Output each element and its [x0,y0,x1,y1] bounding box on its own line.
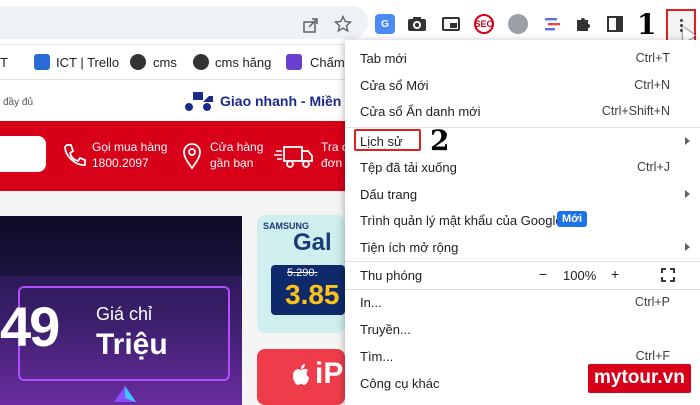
submenu-arrow-icon [685,243,690,251]
pip-icon[interactable] [441,14,461,34]
menu-item-shortcut: Ctrl+F [635,349,670,363]
topstrip-text: đầy đủ [3,97,34,108]
menu-item-shortcut: Ctrl+N [634,78,670,92]
menu-item-extensions[interactable]: Tiện ích mở rộng [345,234,700,260]
bookmark-item[interactable]: T [0,55,8,70]
banner-skyline [0,216,242,276]
iphone-text: iP [315,357,344,390]
menu-item-label: Công cụ khác [360,376,440,391]
menu-item-label: Tiện ích mở rộng [360,240,459,255]
location-pin-icon [183,143,201,170]
promo-banner-main[interactable]: 49 Giá chỉ Triệu [0,216,242,405]
menu-item-label: Thu phóng [360,268,423,283]
menu-item-bookmarks[interactable]: Dấu trang [345,181,700,207]
history-highlight-box [354,129,421,151]
step-1-annotation: 1 [637,8,657,41]
menu-item-shortcut: Ctrl+T [635,51,670,65]
bookmark-trello[interactable]: ICT | Trello [56,55,119,70]
menu-item-print[interactable]: In... Ctrl+P [345,289,700,315]
star-icon[interactable] [334,15,352,33]
promo-banner-iphone[interactable]: iP [257,349,345,405]
menu-item-new-tab[interactable]: Tab mới Ctrl+T [345,45,700,71]
track-sub: đơn [321,156,343,170]
submenu-arrow-icon [685,137,690,145]
camera-icon[interactable] [407,14,427,34]
chrome-main-menu: Tab mới Ctrl+T Cửa sổ Mới Ctrl+N Cửa sổ … [345,40,700,405]
menu-item-label: Trình quản lý mật khẩu của Google [360,213,563,228]
zoom-in-button[interactable]: + [611,266,619,282]
logo-mark-icon [114,386,136,402]
search-input[interactable] [0,136,46,172]
google-translate-icon[interactable]: G [375,14,395,34]
menu-item-incognito-window[interactable]: Cửa sổ Ẩn danh mới Ctrl+Shift+N [345,98,700,124]
menu-item-label: Tệp đã tải xuống [360,160,457,175]
store-sub: gần bạn [210,156,254,170]
menu-item-label: Dấu trang [360,187,418,202]
fullscreen-icon[interactable] [661,268,675,282]
price-panel: 5.290. 3.85 [271,265,345,315]
menu-item-label: Tab mới [360,51,407,66]
menu-item-new-window[interactable]: Cửa sổ Mới Ctrl+N [345,72,700,98]
delivery-scooter-icon [185,92,213,111]
menu-item-downloads[interactable]: Tệp đã tải xuống Ctrl+J [345,154,700,180]
promo-price: 49 [0,295,60,358]
old-price: 5.290. [287,267,318,279]
track-title[interactable]: Tra c [321,139,348,155]
truck-icon [274,146,313,168]
menu-item-label: Tìm... [360,349,394,364]
puzzle-icon[interactable] [573,14,593,34]
share-icon[interactable] [302,16,320,34]
zoom-level: 100% [563,268,597,283]
menu-item-password-manager[interactable]: Trình quản lý mật khẩu của Google Mới [345,207,700,233]
store-title[interactable]: Cửa hàng [210,139,263,155]
bookmark-cms-hang[interactable]: cms hăng [215,55,271,70]
hotline-title: Gọi mua hàng [92,140,168,154]
promo-gia: Giá chỉ [96,304,153,324]
sidepanel-icon[interactable] [605,14,625,34]
list-icon[interactable] [542,14,562,34]
mytour-watermark: mytour.vn [588,364,691,393]
menu-item-cast[interactable]: Truyền... [345,316,700,342]
menu-item-shortcut: Ctrl+P [634,295,670,309]
promo-unit: Triệu [96,328,168,361]
new-badge: Mới [557,211,588,227]
browser-toolbar: G SEO 1 [0,0,700,49]
galaxy-text: Gal [293,229,332,256]
menu-item-label: Cửa sổ Mới [360,78,429,93]
delivery-text: Giao nhanh - Miền [220,93,342,109]
seo-icon[interactable]: SEO [474,14,494,34]
menu-item-label: In... [360,295,382,310]
globe-icon [193,54,209,70]
menu-item-zoom: Thu phóng − 100% + [345,262,700,288]
zoom-out-button[interactable]: − [539,266,547,282]
phone-icon [64,144,86,166]
trello-icon [34,54,50,70]
hotline-number[interactable]: 1800.2097 [92,155,149,171]
promo-banner-samsung[interactable]: SAMSUNG Gal 5.290. 3.85 [257,215,345,333]
menu-item-shortcut: Ctrl+J [637,160,670,174]
seo-icon-label: SEO [474,19,494,29]
bookmark-cham[interactable]: Chấm [310,55,345,70]
menu-item-label: Cửa sổ Ẩn danh mới [360,104,481,119]
new-price: 3.85 [285,279,340,310]
step-2-annotation: 2 [430,124,450,157]
form-icon [286,54,302,70]
menu-item-shortcut: Ctrl+Shift+N [601,104,670,118]
bookmark-cms[interactable]: cms [153,55,177,70]
globe-icon [130,54,146,70]
apple-icon [293,364,309,385]
submenu-arrow-icon [685,190,690,198]
address-bar[interactable] [0,6,368,39]
menu-item-label: Truyền... [360,322,411,337]
screenshot-icon[interactable] [508,14,528,34]
